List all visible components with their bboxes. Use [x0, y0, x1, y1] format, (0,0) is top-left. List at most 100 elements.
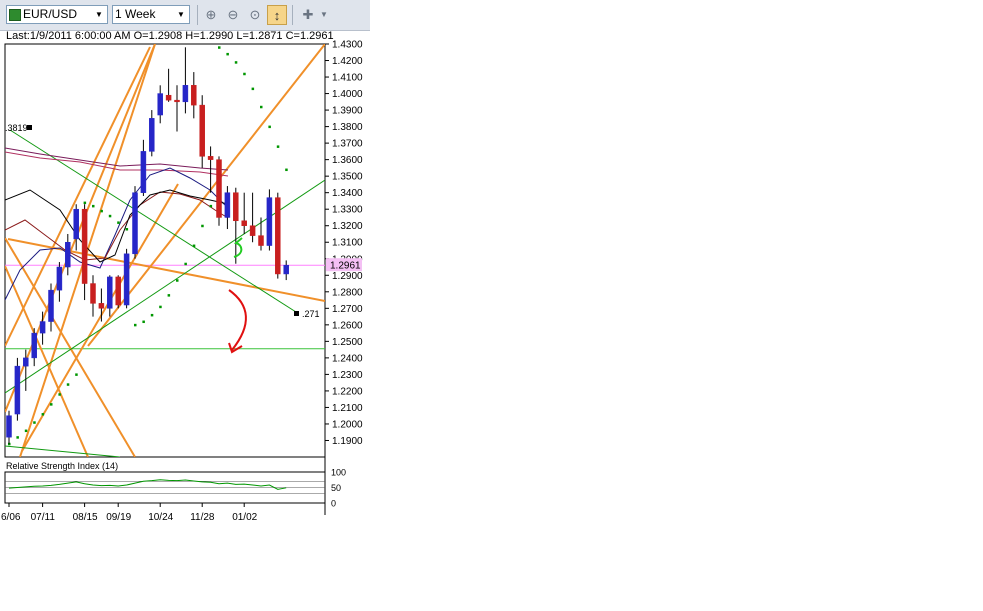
y-tick-label: 1.2000 — [332, 419, 363, 430]
y-tick-label: 1.2800 — [332, 287, 363, 298]
psar-dot — [41, 413, 45, 416]
y-tick-label: 1.3600 — [332, 155, 363, 166]
y-tick-label: 1.2500 — [332, 337, 363, 348]
candle-body — [191, 85, 197, 106]
y-tick-label: 1.4100 — [332, 73, 363, 84]
fib-label: .271 — [302, 309, 320, 319]
y-tick-label: 1.3500 — [332, 172, 363, 183]
candle-body — [132, 192, 138, 255]
candle-body — [258, 235, 264, 246]
y-tick-label: 1.2100 — [332, 403, 363, 414]
y-tick-label: 1.4200 — [332, 56, 363, 67]
psar-dot — [167, 294, 171, 297]
x-tick-label: 11/28 — [190, 512, 215, 523]
psar-dot — [75, 373, 78, 376]
candle-body — [149, 118, 155, 152]
last-price-label: 1.2961 — [330, 261, 361, 272]
candle-body — [81, 208, 88, 284]
candle-body — [224, 192, 231, 218]
x-tick-label: 08/15 — [73, 512, 98, 523]
x-tick-label: 6/06 — [1, 512, 21, 523]
psar-dot — [201, 224, 204, 228]
candle-body — [115, 276, 121, 306]
psar-dot — [150, 313, 154, 317]
psar-dot — [192, 244, 196, 248]
fib-label: .3819 — [5, 123, 28, 133]
candle-body — [199, 104, 205, 157]
candle-body — [266, 197, 273, 246]
psar-dot — [92, 204, 95, 208]
psar-dot — [276, 145, 280, 148]
candle-body — [73, 208, 79, 240]
candle-body — [48, 289, 54, 322]
y-tick-label: 1.2300 — [332, 370, 363, 381]
candle-body — [165, 94, 172, 101]
candle-body — [233, 192, 239, 222]
y-tick-label: 1.2700 — [332, 304, 363, 315]
y-tick-label: 1.3300 — [332, 205, 363, 216]
psar-dot — [226, 52, 229, 56]
psar-dot — [285, 168, 288, 172]
candle-body — [207, 156, 214, 160]
rsi-title: Relative Strength Index (14) — [6, 461, 118, 471]
psar-dot — [125, 228, 129, 231]
rsi-tick-label: 50 — [331, 483, 341, 493]
candle-body — [241, 220, 247, 226]
psar-dot — [184, 262, 187, 266]
y-tick-label: 1.2900 — [332, 271, 363, 282]
y-tick-label: 1.3800 — [332, 122, 363, 133]
psar-dot — [268, 125, 271, 129]
candle-body — [140, 151, 147, 193]
x-tick-label: 07/11 — [31, 512, 56, 523]
psar-dot — [58, 393, 61, 396]
candle-body — [283, 264, 289, 275]
psar-dot — [159, 305, 162, 309]
psar-dot — [83, 201, 87, 205]
candle-body — [23, 357, 29, 367]
candle-body — [275, 197, 281, 275]
y-tick-label: 1.4000 — [332, 89, 363, 100]
rsi-tick-label: 100 — [331, 468, 346, 478]
psar-dot — [100, 209, 103, 213]
candle-body — [56, 266, 63, 291]
candle-body — [107, 276, 113, 309]
candle-body — [157, 93, 163, 116]
candle-body — [65, 241, 71, 268]
y-tick-label: 1.3900 — [332, 106, 363, 117]
candle-body — [6, 415, 12, 438]
candle-body — [31, 332, 37, 359]
psar-dot — [209, 204, 213, 208]
psar-dot — [218, 46, 221, 49]
psar-dot — [117, 221, 120, 224]
chart-canvas[interactable]: 1.4300 1.4200 1.4100 1.4000 1.3900 1.3800 1.37… — [0, 0, 983, 611]
psar-dot — [142, 320, 145, 324]
psar-dot — [24, 429, 28, 433]
psar-dot — [66, 383, 70, 386]
psar-dot — [251, 87, 255, 91]
candle-body — [39, 321, 46, 334]
candle-body — [90, 283, 96, 304]
x-tick-label: 09/19 — [106, 512, 131, 523]
y-tick-label: 1.1900 — [332, 436, 363, 447]
y-tick-label: 1.3200 — [332, 221, 363, 232]
candle-body — [14, 365, 21, 415]
psar-dot — [108, 214, 112, 218]
psar-dot — [50, 403, 53, 406]
psar-dot — [260, 105, 263, 109]
candle-body — [98, 303, 105, 309]
y-tick-label: 1.3100 — [332, 238, 363, 249]
psar-dot — [176, 279, 179, 282]
candle-body — [174, 99, 180, 103]
fib-marker — [27, 125, 32, 130]
y-tick-label: 1.3700 — [332, 139, 363, 150]
psar-dot — [234, 61, 238, 64]
rsi-tick-label: 0 — [331, 499, 336, 509]
candle-body — [182, 85, 189, 103]
y-tick-label: 1.2400 — [332, 353, 363, 364]
psar-dot — [134, 323, 137, 327]
x-tick-label: 01/02 — [232, 512, 257, 523]
fib-marker — [294, 311, 299, 316]
y-tick-label: 1.2600 — [332, 320, 363, 331]
candle-body — [249, 225, 256, 236]
y-tick-label: 1.2200 — [332, 386, 363, 397]
